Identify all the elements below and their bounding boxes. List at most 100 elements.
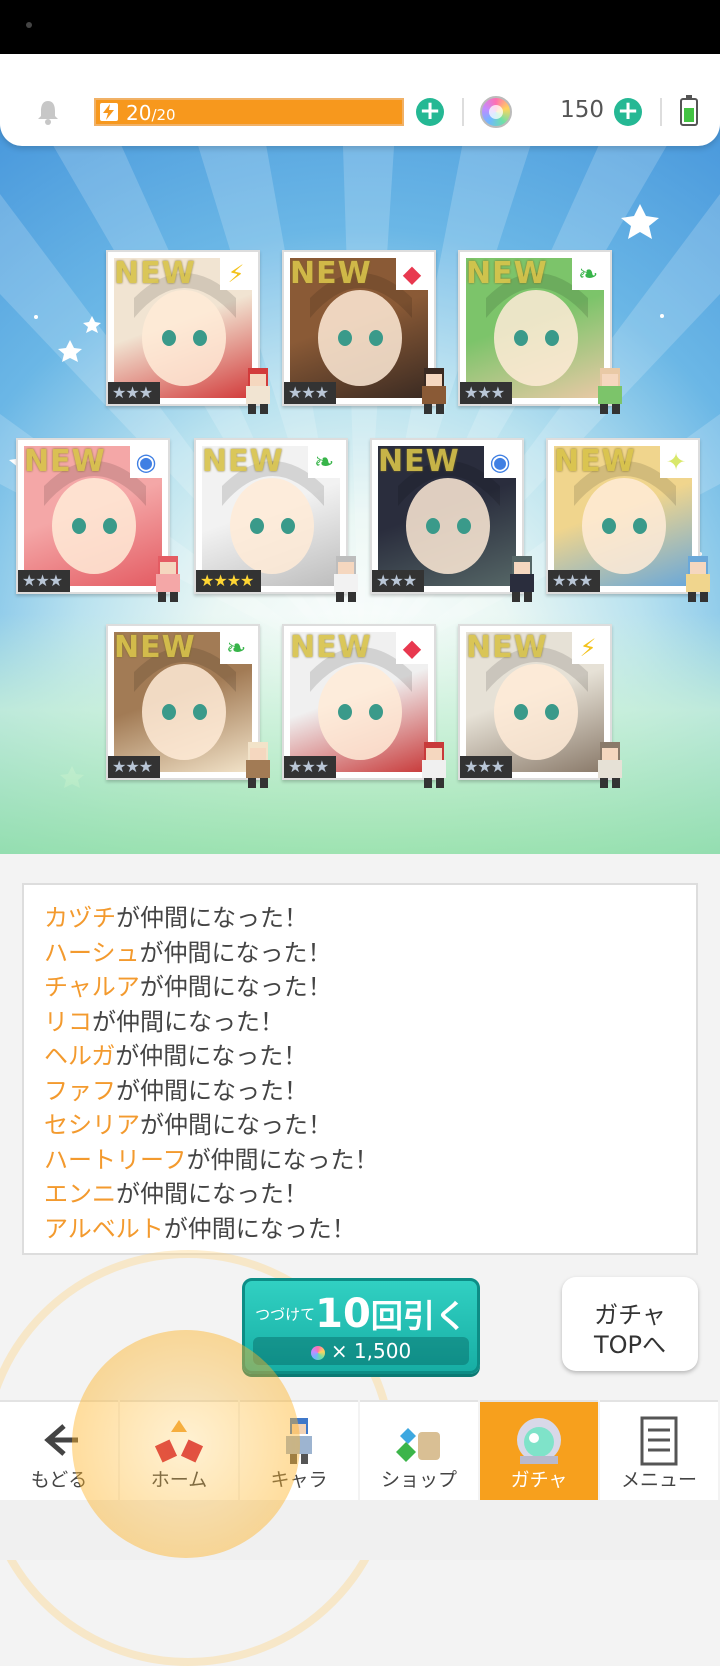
log-message: が仲間になった！: [163, 1214, 356, 1243]
nav-tab[interactable]: ショップ: [360, 1400, 478, 1500]
rainbow-gem-icon: [310, 1345, 325, 1360]
back-arrow-icon: [34, 1412, 84, 1468]
lightning-attribute-icon: ⚡: [572, 632, 604, 664]
add-energy-button[interactable]: +: [416, 98, 444, 126]
light-attribute-icon: ✦: [660, 446, 692, 478]
leaf-attribute-icon: ❧: [308, 446, 340, 478]
nav-tab[interactable]: ガチャ: [480, 1400, 598, 1500]
pull-suffix: 回引く: [370, 1297, 467, 1335]
log-entry: セシリアが仲間になった！: [44, 1108, 676, 1143]
shop-icon: [394, 1412, 444, 1468]
notification-dot: [26, 22, 32, 28]
character-card[interactable]: NEW ❧ ★★★★: [194, 438, 358, 602]
rarity-stars: ★★★: [460, 382, 513, 404]
nav-label: もどる: [30, 1469, 88, 1491]
pull-button-label: つづけて10回引く: [245, 1291, 477, 1337]
nav-label: ガチャ: [510, 1469, 568, 1491]
pull-10-again-button[interactable]: つづけて10回引く × 1,500: [242, 1278, 480, 1374]
log-message: が仲間になった！: [92, 1007, 284, 1036]
rarity-stars: ★★★: [108, 756, 161, 778]
character-sprite: [422, 368, 446, 414]
log-message: が仲間になった！: [186, 1145, 379, 1174]
fire-attribute-icon: ◆: [396, 632, 428, 664]
character-card[interactable]: NEW ⚡ ★★★: [458, 624, 622, 788]
character-sprite: [598, 742, 622, 788]
new-badge: NEW: [466, 256, 548, 291]
character-sprite: [598, 368, 622, 414]
gacha-top-line2: TOPへ: [593, 1331, 667, 1359]
character-card[interactable]: NEW ⚡ ★★★: [106, 250, 270, 414]
battery-icon: [680, 95, 698, 126]
new-badge: NEW: [466, 630, 548, 665]
character-card[interactable]: NEW ❧ ★★★: [106, 624, 270, 788]
log-entry: ヘルガが仲間になった！: [44, 1039, 676, 1074]
character-sprite: [246, 742, 270, 788]
log-entry: アルベルトが仲間になった！: [44, 1212, 676, 1247]
nav-tab[interactable]: もどる: [0, 1400, 118, 1500]
pull-cost-value: × 1,500: [330, 1339, 412, 1363]
log-entry: ファフが仲間になった！: [44, 1074, 676, 1109]
nav-tab[interactable]: キャラ: [240, 1400, 358, 1500]
log-entry: チャルアが仲間になった！: [44, 970, 676, 1005]
log-entry: リコが仲間になった！: [44, 1005, 676, 1040]
log-message: が仲間になった！: [116, 904, 308, 932]
new-badge: NEW: [290, 256, 372, 291]
pull-cost: × 1,500: [253, 1337, 469, 1365]
nav-label: ホーム: [150, 1469, 208, 1491]
character-name: ファフ: [44, 1076, 116, 1105]
add-gems-button[interactable]: +: [614, 98, 642, 126]
character-card[interactable]: NEW ◉ ★★★: [370, 438, 534, 602]
rarity-stars: ★★★: [460, 756, 513, 778]
new-badge: NEW: [554, 444, 636, 479]
character-card[interactable]: NEW ◆ ★★★: [282, 250, 446, 414]
plus-icon: +: [617, 96, 639, 126]
rarity-stars: ★★★: [284, 756, 337, 778]
nav-tab[interactable]: メニュー: [600, 1400, 718, 1500]
energy-gauge: 20/20: [94, 98, 404, 126]
home-icon: [154, 1412, 204, 1468]
character-name: リコ: [44, 1007, 92, 1036]
rarity-stars: ★★★: [372, 570, 425, 592]
divider: [462, 98, 464, 126]
character-name: セシリア: [44, 1111, 140, 1139]
character-name: チャルア: [44, 973, 140, 1001]
nav-label: メニュー: [620, 1469, 697, 1491]
nav-bottom-strip: [0, 1500, 720, 1560]
rarity-stars: ★★★: [18, 570, 71, 592]
nav-label: キャラ: [270, 1469, 328, 1491]
character-card[interactable]: NEW ◉ ★★★: [16, 438, 180, 602]
water-attribute-icon: ◉: [130, 446, 162, 478]
gacha-top-button[interactable]: ガチャ TOPへ: [562, 1277, 698, 1371]
water-attribute-icon: ◉: [484, 446, 516, 478]
character-card[interactable]: NEW ✦ ★★★: [546, 438, 710, 602]
nav-label: ショップ: [380, 1469, 457, 1491]
character-name: ハートリーフ: [44, 1145, 187, 1174]
gacha-icon: [514, 1412, 564, 1468]
divider: [660, 98, 662, 126]
rarity-stars: ★★★: [108, 382, 161, 404]
character-card[interactable]: NEW ◆ ★★★: [282, 624, 446, 788]
character-name: カヅチ: [44, 904, 116, 932]
character-card[interactable]: NEW ❧ ★★★: [458, 250, 622, 414]
result-message-log[interactable]: カヅチが仲間になった！ ハーシュが仲間になった！ チャルアが仲間になった！ リコが仲間…: [22, 883, 698, 1255]
pull-count: 10: [315, 1291, 371, 1337]
bottom-navigation: もどる ホーム キャラ ショップ ガチャ メニュー: [0, 1400, 720, 1500]
rainbow-gem-icon: [480, 96, 512, 128]
log-entry: ハーシュが仲間になった！: [44, 936, 676, 971]
pull-prefix: つづけて: [255, 1305, 316, 1324]
character-icon: [274, 1412, 324, 1468]
rarity-stars: ★★★: [284, 382, 337, 404]
log-message: が仲間になった！: [140, 1111, 332, 1139]
character-name: アルベルト: [44, 1214, 164, 1243]
character-sprite: [156, 556, 180, 602]
menu-icon: [634, 1412, 684, 1468]
new-badge: NEW: [114, 630, 196, 665]
log-message: が仲間になった！: [139, 938, 332, 967]
character-sprite: [686, 556, 710, 602]
rarity-stars: ★★★★: [196, 570, 262, 592]
leaf-attribute-icon: ❧: [572, 258, 604, 290]
message-list: カヅチが仲間になった！ ハーシュが仲間になった！ チャルアが仲間になった！ リコが仲間…: [24, 885, 696, 1253]
gem-count: 150: [560, 97, 604, 123]
nav-tab[interactable]: ホーム: [120, 1400, 238, 1500]
bell-icon[interactable]: [34, 98, 62, 126]
